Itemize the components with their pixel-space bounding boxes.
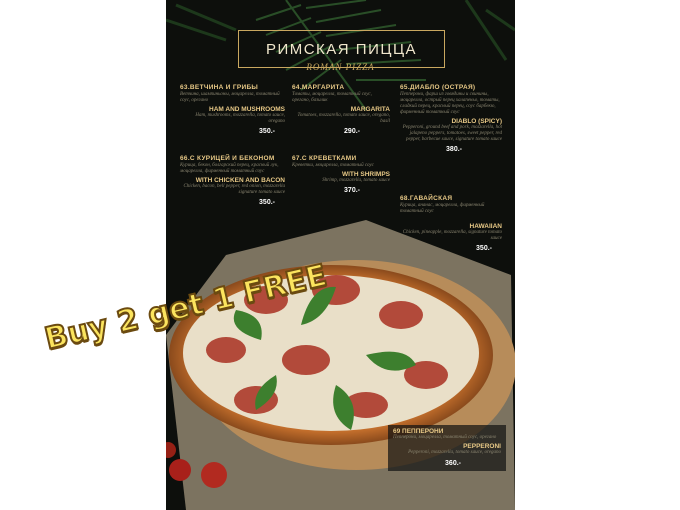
item-desc-en: Shrimp, mozzarella, tomato sauce [322,178,390,183]
item-price: 360.- [445,460,461,467]
item-desc-ru: Ветчина, шампиньоны, моцарелла, томатный… [180,92,280,103]
menu-item-64: 64.МАРГАРИТА Томаты, моцарелла, томатный… [292,84,390,135]
item-name-ru: 63.ВЕТЧИНА И ГРИБЫ [180,84,259,91]
item-price: 370.- [344,187,360,194]
item-desc-ru: Креветки, моцарелла, томатный соус [292,163,374,168]
item-desc-en: Ham, mushrooms, mozzarella, tomato sauce… [195,113,285,124]
item-desc-ru: Пепперони, моцарелла, томатный соус, оре… [393,435,497,440]
item-name-en: WITH CHICKEN AND BACON [195,177,285,184]
menu-subtitle: ROMAN PIZZA [166,62,515,72]
item-name-en: PEPPERONI [463,443,501,450]
item-name-ru: 68.ГАВАЙСКАЯ [400,195,453,202]
item-name-ru: 65.ДИАБЛО (ОСТРАЯ) [400,84,476,91]
item-price: 290.- [344,128,360,135]
item-price: 350.- [259,199,275,206]
item-desc-ru: Томаты, моцарелла, томатный соус, ореган… [292,92,372,103]
item-name-ru: 66.С КУРИЦЕЙ И БЕКОНОМ [180,155,275,162]
item-desc-ru: Пепперони, фарш из говядины и свинины, м… [400,92,500,115]
item-name-en: MARGARITA [350,106,390,113]
item-name-ru: 64.МАРГАРИТА [292,84,345,91]
menu-item-66: 66.С КУРИЦЕЙ И БЕКОНОМ Курица, бекон, бо… [180,155,285,206]
menu-item-67: 67.С КРЕВЕТКАМИ Креветки, моцарелла, том… [292,155,390,194]
item-desc-ru: Курица, бекон, болгарский перец, красный… [180,163,279,174]
menu-item-69: 69 ПЕППЕРОНИ Пепперони, моцарелла, томат… [388,425,506,471]
item-name-en: DIABLO (SPICY) [451,118,502,125]
menu-title: РИМСКАЯ ПИЦЦА [265,40,418,58]
item-price: 350.- [259,128,275,135]
item-desc-en: Pepperoni, ground beef and pork, mozzare… [402,125,502,142]
item-price: 380.- [446,146,462,153]
menu-item-65: 65.ДИАБЛО (ОСТРАЯ) Пепперони, фарш из го… [400,84,502,153]
item-name-ru: 67.С КРЕВЕТКАМИ [292,155,357,162]
menu-item-63: 63.ВЕТЧИНА И ГРИБЫ Ветчина, шампиньоны, … [180,84,285,135]
item-desc-ru: Курица, ананас, моцарелла, фирменный том… [400,203,485,214]
item-name-en: WITH SHRIMPS [341,171,390,178]
item-desc-en: Chicken, bacon, bell pepper, red onion, … [183,184,285,195]
item-desc-en: Pepperoni, mozzarella, tomato sauce, ore… [408,450,501,455]
item-name-en: HAM AND MUSHROOMS [209,106,285,113]
item-name-ru: 69 ПЕППЕРОНИ [393,428,444,435]
item-desc-en: Tomatoes, mozzarella, tomato sauce, oreg… [297,113,391,124]
